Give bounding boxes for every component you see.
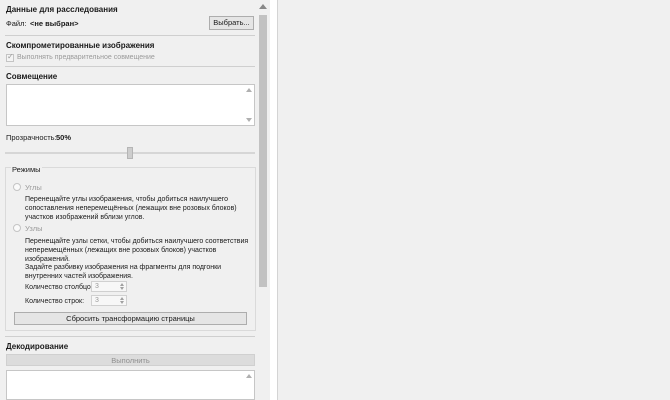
scrollbar-thumb[interactable] [259,15,267,287]
spin-up-icon[interactable] [120,297,124,300]
corners-description-line-2: сопоставления неперемещённых (лежащих вн… [25,205,237,212]
corners-radio[interactable] [13,183,21,191]
compromised-title: Скомпрометированные изображения [6,41,155,50]
file-value: <не выбран> [30,19,79,28]
alignment-text-area[interactable] [6,84,255,126]
spin-down-icon[interactable] [120,301,124,304]
check-icon: ✓ [7,52,14,61]
corners-description-line-1: Перенещайте углы изображения, чтобы доби… [25,196,229,203]
columns-spinbox[interactable]: 3 [91,281,127,292]
rows-value: 3 [95,297,99,304]
opacity-value: 50% [56,133,72,142]
columns-value: 3 [95,283,99,290]
decoding-title: Декодирование [6,342,69,351]
corners-description-line-3: участков изображений вблизи углов. [25,214,145,221]
opacity-slider-thumb[interactable] [127,147,133,159]
file-label: Файл: [6,19,27,28]
nodes-radio[interactable] [13,224,21,232]
modes-title: Режимы [11,165,42,174]
nodes-description-line-1: Перенещайте узлы сетки, чтобы добиться н… [25,238,249,245]
rows-label: Количество строк: [25,298,85,305]
columns-label: Количество столбцов: [25,284,97,291]
scroll-up-icon[interactable] [246,88,252,92]
left-panel: Данные для расследования Файл: <не выбра… [0,0,270,400]
reset-transform-button[interactable]: Сбросить трансформацию страницы [14,312,247,325]
left-panel-scrollbar[interactable] [257,0,269,400]
corners-label: Углы [25,183,42,192]
choose-file-button[interactable]: Выбрать... [209,16,254,30]
run-button[interactable]: Выполнить [6,354,255,366]
scroll-down-icon[interactable] [246,118,252,122]
investigation-title: Данные для расследования [6,5,118,14]
nodes-description-line-5: внутренних частей изображения. [25,273,133,280]
divider [5,66,255,67]
nodes-description-line-2: неперемещённых (лежащих вне розовых блок… [25,247,217,254]
pre-align-checkbox[interactable]: ✓ [6,52,14,62]
spin-down-icon[interactable] [120,287,124,290]
nodes-description-line-4: Задайте разбивку изображения на фрагмент… [25,264,222,271]
alignment-title: Совмещение [6,72,58,81]
spin-up-icon[interactable] [120,283,124,286]
rows-spinbox[interactable]: 3 [91,295,127,306]
scroll-up-arrow-icon[interactable] [259,4,267,9]
decoding-text-area[interactable] [6,370,255,400]
opacity-label: Прозрачность: [6,133,57,142]
divider [5,336,255,337]
scroll-up-icon[interactable] [246,374,252,378]
image-view-panel [277,0,670,400]
divider [5,35,255,36]
nodes-label: Узлы [25,224,43,233]
pre-align-label: Выполнять предварительное совмещение [17,54,155,61]
